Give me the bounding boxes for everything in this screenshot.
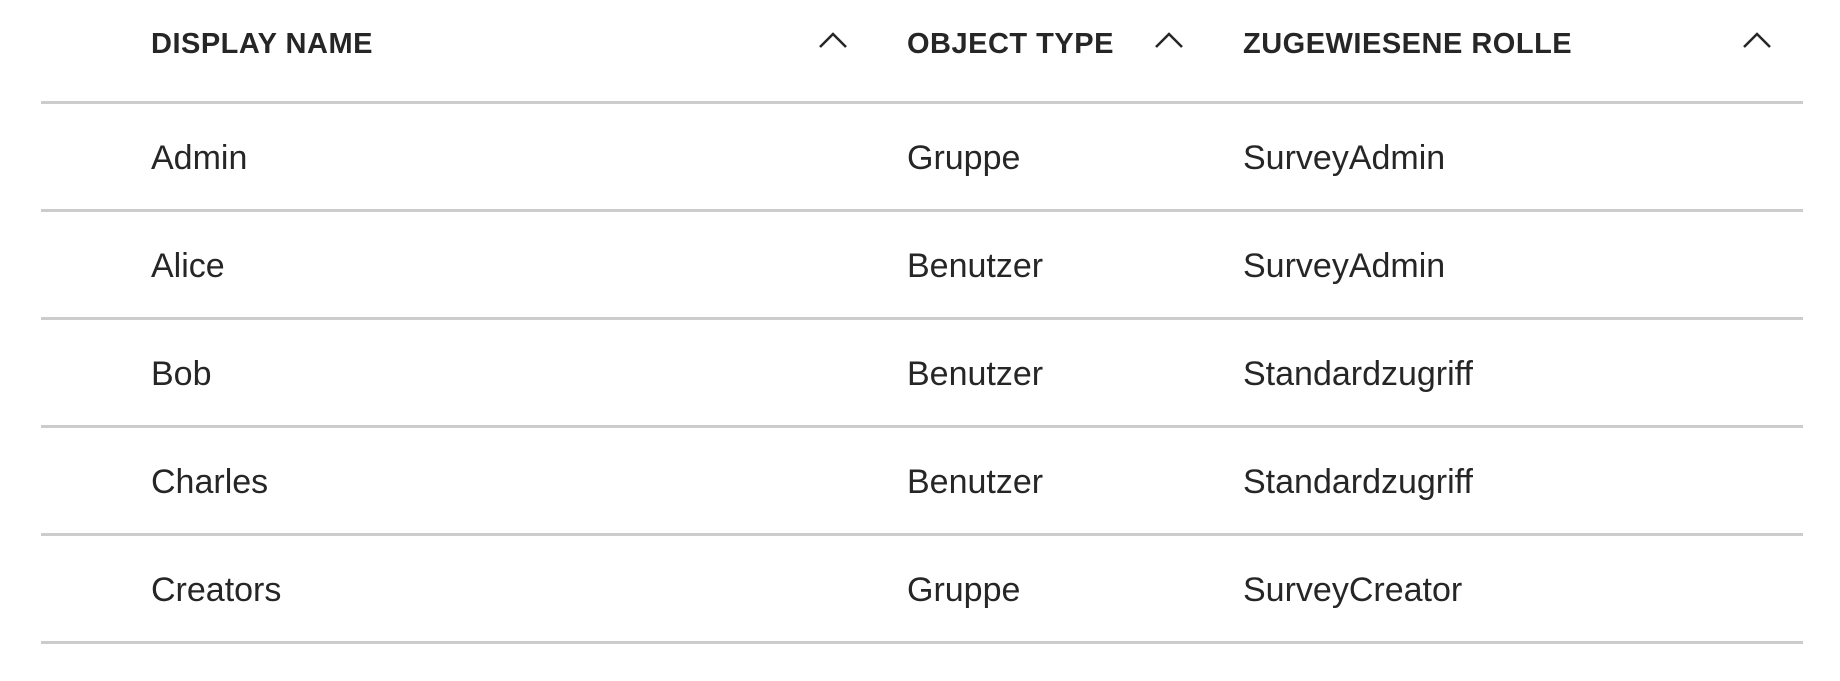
cell-object-type: Gruppe [907,570,1021,609]
table-row[interactable]: Charles Benutzer Standardzugriff [41,428,1803,536]
cell-display-name: Charles [151,462,269,501]
cell-assigned-role: SurveyCreator [1243,570,1463,609]
cell-object-type: Benutzer [907,246,1044,285]
cell-object-type: Benutzer [907,354,1044,393]
cell-display-name: Admin [151,138,248,177]
role-assignments-table: DISPLAY NAME OBJECT TYPE ZUGEWIESENE ROL… [41,0,1803,644]
cell-assigned-role: SurveyAdmin [1243,246,1446,285]
cell-assigned-role: Standardzugriff [1243,462,1473,501]
column-header-label: DISPLAY NAME [151,27,373,60]
cell-display-name: Alice [151,246,225,285]
column-header-label: OBJECT TYPE [907,27,1114,60]
cell-object-type: Gruppe [907,138,1021,177]
cell-assigned-role: SurveyAdmin [1243,138,1446,177]
table-row[interactable]: Admin Gruppe SurveyAdmin [41,104,1803,212]
column-header-label: ZUGEWIESENE ROLLE [1243,27,1573,60]
table-header: DISPLAY NAME OBJECT TYPE ZUGEWIESENE ROL… [41,0,1803,104]
chevron-up-icon[interactable] [818,30,848,50]
cell-display-name: Creators [151,570,282,609]
chevron-up-icon[interactable] [1154,30,1184,50]
table-row[interactable]: Alice Benutzer SurveyAdmin [41,212,1803,320]
table-row[interactable]: Creators Gruppe SurveyCreator [41,536,1803,644]
cell-object-type: Benutzer [907,462,1044,501]
chevron-up-icon[interactable] [1742,30,1772,50]
column-header-assigned-role[interactable]: ZUGEWIESENE ROLLE [1243,0,1572,88]
cell-assigned-role: Standardzugriff [1243,354,1473,393]
table-row[interactable]: Bob Benutzer Standardzugriff [41,320,1803,428]
cell-display-name: Bob [151,354,212,393]
column-header-display-name[interactable]: DISPLAY NAME [151,0,373,88]
column-header-object-type[interactable]: OBJECT TYPE [907,0,1114,88]
